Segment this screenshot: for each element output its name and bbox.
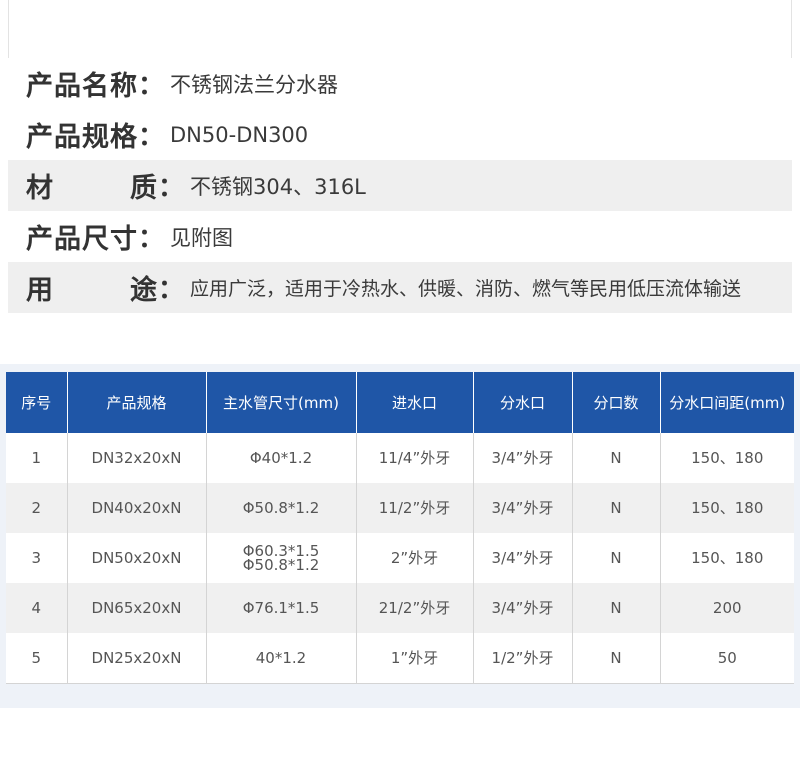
table-cell: 40*1.2 [206,633,357,684]
table-cell: Φ50.8*1.2 [206,483,357,533]
table-cell: 3/4”外牙 [473,483,573,533]
table-cell-line: Φ50.8*1.2 [242,556,320,574]
spec-label-part: 用 [26,275,54,306]
spec-label-part: 材 [26,173,54,204]
header-spec: 产品规格 [67,372,207,433]
spec-row-name: 产品名称 ： 不锈钢法兰分水器 [8,58,792,109]
spec-label: 产品规格 [26,122,138,153]
table-cell: DN40x20xN [67,483,207,533]
table-row: 2 DN40x20xN Φ50.8*1.2 11/2”外牙 3/4”外牙 N 1… [6,483,794,533]
table-cell: 1 [6,433,68,483]
table-cell: N [572,433,661,483]
spec-row-material: 材 质 ： 不锈钢304、316L [8,160,792,211]
table-cell: DN25x20xN [67,633,207,684]
table-cell: 3/4”外牙 [473,433,573,483]
table-cell: 2 [6,483,68,533]
spec-label-part: 途 [130,275,158,306]
spec-label: 产品名称 [26,71,138,102]
table-cell: 3 [6,533,68,583]
table-cell: 150、180 [691,449,764,467]
table-cell: N [572,533,661,583]
table-cell: 11/2”外牙 [356,483,474,533]
spec-list: 产品名称 ： 不锈钢法兰分水器 产品规格 ： DN50-DN300 材 质 ： … [8,58,792,313]
spec-colon: ： [138,224,165,254]
table-cell: 4 [6,583,68,633]
table-cell: N [572,633,661,684]
spec-value: 不锈钢法兰分水器 [170,72,339,97]
table-row: 3 DN50x20xN Φ60.3*1.5 Φ50.8*1.2 2”外牙 3/4… [6,533,794,583]
table-header-row: 序号 产品规格 主水管尺寸(mm) 进水口 分水口 分口数 分水口间距(mm) [6,372,794,433]
spec-table: 序号 产品规格 主水管尺寸(mm) 进水口 分水口 分口数 分水口间距(mm) … [6,372,794,684]
table-row: 4 DN65x20xN Φ76.1*1.5 21/2”外牙 3/4”外牙 N 2… [6,583,794,633]
table-cell: 3/4”外牙 [473,583,573,633]
spec-value: 应用广泛，适用于冷热水、供暖、消防、燃气等民用低压流体输送 [190,278,742,300]
table-cell: DN32x20xN [67,433,207,483]
header-outlet-count: 分口数 [572,372,661,433]
table-cell: 21/2”外牙 [356,583,474,633]
table-cell: 2”外牙 [356,533,474,583]
spec-row-usage: 用 途 ： 应用广泛，适用于冷热水、供暖、消防、燃气等民用低压流体输送 [8,262,792,313]
spec-row-dimension: 产品尺寸 ： 见附图 [8,211,792,262]
spec-colon: ： [158,275,185,305]
table-cell: 1/2”外牙 [473,633,573,684]
header-outlet: 分水口 [473,372,573,433]
table-cell: Φ40*1.2 [206,433,357,483]
header-index: 序号 [6,372,68,433]
table-cell: 200 [712,599,742,617]
header-main-pipe: 主水管尺寸(mm) [206,372,357,433]
table-cell: 3/4”外牙 [473,533,573,583]
spec-label: 材 质 [26,166,158,205]
table-row: 1 DN32x20xN Φ40*1.2 11/4”外牙 3/4”外牙 N 150… [6,433,794,483]
spec-value: 不锈钢304、316L [190,174,366,199]
spec-colon: ： [158,173,185,203]
table-cell: 150、180 [691,499,764,517]
spec-value: DN50-DN300 [170,122,309,147]
spec-value: 见附图 [170,225,234,250]
table-cell: 5 [6,633,68,684]
spec-label: 产品尺寸 [26,224,138,255]
table-row: 5 DN25x20xN 40*1.2 1”外牙 1/2”外牙 N 50 [6,633,794,684]
table-cell: Φ76.1*1.5 [206,583,357,633]
table-cell: DN50x20xN [67,533,207,583]
header-outlet-spacing: 分水口间距(mm) [660,372,794,433]
table-cell: 150、180 [691,549,764,567]
spec-table-panel: 序号 产品规格 主水管尺寸(mm) 进水口 分水口 分口数 分水口间距(mm) … [0,364,800,708]
table-cell: 50 [660,633,794,684]
top-frame [8,0,792,58]
table-cell: N [572,483,661,533]
spec-row-size: 产品规格 ： DN50-DN300 [8,109,792,160]
table-cell: 11/4”外牙 [356,433,474,483]
spec-colon: ： [138,122,165,152]
table-cell: N [572,583,661,633]
table-cell: 1”外牙 [356,633,474,684]
spec-label-part: 质 [130,173,158,204]
table-cell: DN65x20xN [67,583,207,633]
spec-label: 用 途 [26,268,158,307]
spec-colon: ： [138,71,165,101]
header-inlet: 进水口 [356,372,474,433]
table-cell: Φ60.3*1.5 Φ50.8*1.2 [206,533,357,583]
